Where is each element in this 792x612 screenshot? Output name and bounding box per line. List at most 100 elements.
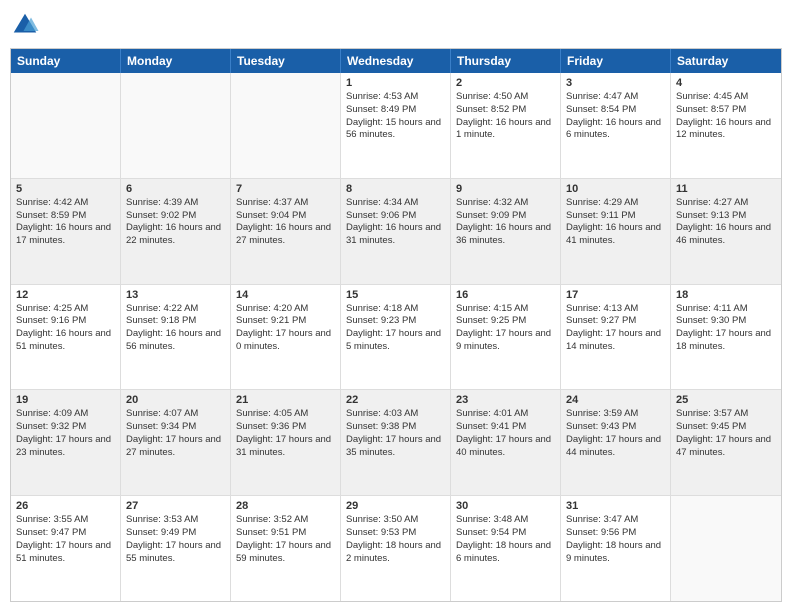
day-info: Sunrise: 4:09 AMSunset: 9:32 PMDaylight:… bbox=[16, 408, 115, 459]
day-info: Sunrise: 4:01 AMSunset: 9:41 PMDaylight:… bbox=[456, 408, 555, 459]
calendar-cell: 6 Sunrise: 4:39 AMSunset: 9:02 PMDaylight… bbox=[121, 179, 231, 284]
day-number: 5 bbox=[16, 183, 115, 195]
calendar-cell: 5 Sunrise: 4:42 AMSunset: 8:59 PMDaylight… bbox=[11, 179, 121, 284]
calendar-cell: 26 Sunrise: 3:55 AMSunset: 9:47 PMDayligh… bbox=[11, 496, 121, 601]
day-info: Sunrise: 4:45 AMSunset: 8:57 PMDaylight:… bbox=[676, 91, 776, 142]
day-number: 23 bbox=[456, 394, 555, 406]
weekday-header: Sunday bbox=[11, 49, 121, 73]
day-number: 10 bbox=[566, 183, 665, 195]
calendar-cell: 4 Sunrise: 4:45 AMSunset: 8:57 PMDaylight… bbox=[671, 73, 781, 178]
calendar-cell: 15 Sunrise: 4:18 AMSunset: 9:23 PMDayligh… bbox=[341, 285, 451, 390]
day-number: 7 bbox=[236, 183, 335, 195]
day-number: 21 bbox=[236, 394, 335, 406]
calendar-cell: 12 Sunrise: 4:25 AMSunset: 9:16 PMDayligh… bbox=[11, 285, 121, 390]
day-number: 28 bbox=[236, 500, 335, 512]
calendar-row: 19 Sunrise: 4:09 AMSunset: 9:32 PMDayligh… bbox=[11, 389, 781, 495]
weekday-header: Saturday bbox=[671, 49, 781, 73]
day-number: 9 bbox=[456, 183, 555, 195]
day-number: 31 bbox=[566, 500, 665, 512]
day-info: Sunrise: 4:47 AMSunset: 8:54 PMDaylight:… bbox=[566, 91, 665, 142]
day-number: 14 bbox=[236, 289, 335, 301]
calendar-cell: 29 Sunrise: 3:50 AMSunset: 9:53 PMDayligh… bbox=[341, 496, 451, 601]
day-number: 26 bbox=[16, 500, 115, 512]
calendar-row: 12 Sunrise: 4:25 AMSunset: 9:16 PMDayligh… bbox=[11, 284, 781, 390]
calendar-cell bbox=[11, 73, 121, 178]
day-number: 15 bbox=[346, 289, 445, 301]
calendar-cell: 2 Sunrise: 4:50 AMSunset: 8:52 PMDaylight… bbox=[451, 73, 561, 178]
day-info: Sunrise: 4:03 AMSunset: 9:38 PMDaylight:… bbox=[346, 408, 445, 459]
calendar-cell: 20 Sunrise: 4:07 AMSunset: 9:34 PMDayligh… bbox=[121, 390, 231, 495]
calendar-cell: 28 Sunrise: 3:52 AMSunset: 9:51 PMDayligh… bbox=[231, 496, 341, 601]
day-number: 17 bbox=[566, 289, 665, 301]
header bbox=[10, 10, 782, 40]
day-info: Sunrise: 4:11 AMSunset: 9:30 PMDaylight:… bbox=[676, 303, 776, 354]
calendar-cell: 23 Sunrise: 4:01 AMSunset: 9:41 PMDayligh… bbox=[451, 390, 561, 495]
calendar-cell: 30 Sunrise: 3:48 AMSunset: 9:54 PMDayligh… bbox=[451, 496, 561, 601]
day-number: 12 bbox=[16, 289, 115, 301]
calendar-cell bbox=[671, 496, 781, 601]
day-info: Sunrise: 3:47 AMSunset: 9:56 PMDaylight:… bbox=[566, 514, 665, 565]
day-info: Sunrise: 4:42 AMSunset: 8:59 PMDaylight:… bbox=[16, 197, 115, 248]
day-info: Sunrise: 4:25 AMSunset: 9:16 PMDaylight:… bbox=[16, 303, 115, 354]
calendar-cell: 27Sunrise: 3:53 AMSunset: 9:49 PMDayligh… bbox=[121, 496, 231, 601]
calendar-cell: 31 Sunrise: 3:47 AMSunset: 9:56 PMDayligh… bbox=[561, 496, 671, 601]
day-info: Sunrise: 3:48 AMSunset: 9:54 PMDaylight:… bbox=[456, 514, 555, 565]
day-number: 4 bbox=[676, 77, 776, 89]
day-number: 20 bbox=[126, 394, 225, 406]
day-number: 3 bbox=[566, 77, 665, 89]
day-number: 25 bbox=[676, 394, 776, 406]
calendar-cell: 16 Sunrise: 4:15 AMSunset: 9:25 PMDayligh… bbox=[451, 285, 561, 390]
calendar-row: 26 Sunrise: 3:55 AMSunset: 9:47 PMDayligh… bbox=[11, 495, 781, 601]
calendar-row: 1Sunrise: 4:53 AMSunset: 8:49 PMDaylight… bbox=[11, 73, 781, 178]
day-info: Sunrise: 3:52 AMSunset: 9:51 PMDaylight:… bbox=[236, 514, 335, 565]
day-number: 30 bbox=[456, 500, 555, 512]
day-number: 2 bbox=[456, 77, 555, 89]
calendar-cell: 14Sunrise: 4:20 AMSunset: 9:21 PMDayligh… bbox=[231, 285, 341, 390]
calendar-cell: 17 Sunrise: 4:13 AMSunset: 9:27 PMDayligh… bbox=[561, 285, 671, 390]
logo bbox=[10, 10, 44, 40]
day-info: Sunrise: 3:59 AMSunset: 9:43 PMDaylight:… bbox=[566, 408, 665, 459]
calendar-cell: 13Sunrise: 4:22 AMSunset: 9:18 PMDayligh… bbox=[121, 285, 231, 390]
day-info: Sunrise: 4:27 AMSunset: 9:13 PMDaylight:… bbox=[676, 197, 776, 248]
calendar-cell: 11Sunrise: 4:27 AMSunset: 9:13 PMDayligh… bbox=[671, 179, 781, 284]
day-number: 29 bbox=[346, 500, 445, 512]
calendar-cell bbox=[121, 73, 231, 178]
calendar-cell: 10Sunrise: 4:29 AMSunset: 9:11 PMDayligh… bbox=[561, 179, 671, 284]
calendar-cell: 1Sunrise: 4:53 AMSunset: 8:49 PMDaylight… bbox=[341, 73, 451, 178]
day-info: Sunrise: 3:53 AMSunset: 9:49 PMDaylight:… bbox=[126, 514, 225, 565]
day-info: Sunrise: 4:50 AMSunset: 8:52 PMDaylight:… bbox=[456, 91, 555, 142]
calendar-cell: 22 Sunrise: 4:03 AMSunset: 9:38 PMDayligh… bbox=[341, 390, 451, 495]
day-info: Sunrise: 4:32 AMSunset: 9:09 PMDaylight:… bbox=[456, 197, 555, 248]
day-info: Sunrise: 4:34 AMSunset: 9:06 PMDaylight:… bbox=[346, 197, 445, 248]
weekday-header: Wednesday bbox=[341, 49, 451, 73]
day-info: Sunrise: 3:57 AMSunset: 9:45 PMDaylight:… bbox=[676, 408, 776, 459]
day-info: Sunrise: 4:18 AMSunset: 9:23 PMDaylight:… bbox=[346, 303, 445, 354]
calendar-row: 5 Sunrise: 4:42 AMSunset: 8:59 PMDaylight… bbox=[11, 178, 781, 284]
calendar-cell: 8Sunrise: 4:34 AMSunset: 9:06 PMDaylight… bbox=[341, 179, 451, 284]
day-info: Sunrise: 4:13 AMSunset: 9:27 PMDaylight:… bbox=[566, 303, 665, 354]
weekday-header: Thursday bbox=[451, 49, 561, 73]
day-info: Sunrise: 4:07 AMSunset: 9:34 PMDaylight:… bbox=[126, 408, 225, 459]
calendar-cell: 7 Sunrise: 4:37 AMSunset: 9:04 PMDaylight… bbox=[231, 179, 341, 284]
day-number: 22 bbox=[346, 394, 445, 406]
day-number: 19 bbox=[16, 394, 115, 406]
day-info: Sunrise: 4:39 AMSunset: 9:02 PMDaylight:… bbox=[126, 197, 225, 248]
day-number: 1 bbox=[346, 77, 445, 89]
calendar-cell: 25 Sunrise: 3:57 AMSunset: 9:45 PMDayligh… bbox=[671, 390, 781, 495]
calendar-body: 1Sunrise: 4:53 AMSunset: 8:49 PMDaylight… bbox=[11, 73, 781, 601]
day-info: Sunrise: 3:50 AMSunset: 9:53 PMDaylight:… bbox=[346, 514, 445, 565]
day-number: 18 bbox=[676, 289, 776, 301]
day-number: 6 bbox=[126, 183, 225, 195]
day-info: Sunrise: 4:15 AMSunset: 9:25 PMDaylight:… bbox=[456, 303, 555, 354]
page: SundayMondayTuesdayWednesdayThursdayFrid… bbox=[0, 0, 792, 612]
calendar-header: SundayMondayTuesdayWednesdayThursdayFrid… bbox=[11, 49, 781, 73]
day-number: 16 bbox=[456, 289, 555, 301]
calendar-cell: 18 Sunrise: 4:11 AMSunset: 9:30 PMDayligh… bbox=[671, 285, 781, 390]
day-info: Sunrise: 4:37 AMSunset: 9:04 PMDaylight:… bbox=[236, 197, 335, 248]
calendar-cell: 3 Sunrise: 4:47 AMSunset: 8:54 PMDaylight… bbox=[561, 73, 671, 178]
day-info: Sunrise: 3:55 AMSunset: 9:47 PMDaylight:… bbox=[16, 514, 115, 565]
day-info: Sunrise: 4:22 AMSunset: 9:18 PMDaylight:… bbox=[126, 303, 225, 354]
weekday-header: Monday bbox=[121, 49, 231, 73]
calendar-cell: 24 Sunrise: 3:59 AMSunset: 9:43 PMDayligh… bbox=[561, 390, 671, 495]
day-number: 24 bbox=[566, 394, 665, 406]
